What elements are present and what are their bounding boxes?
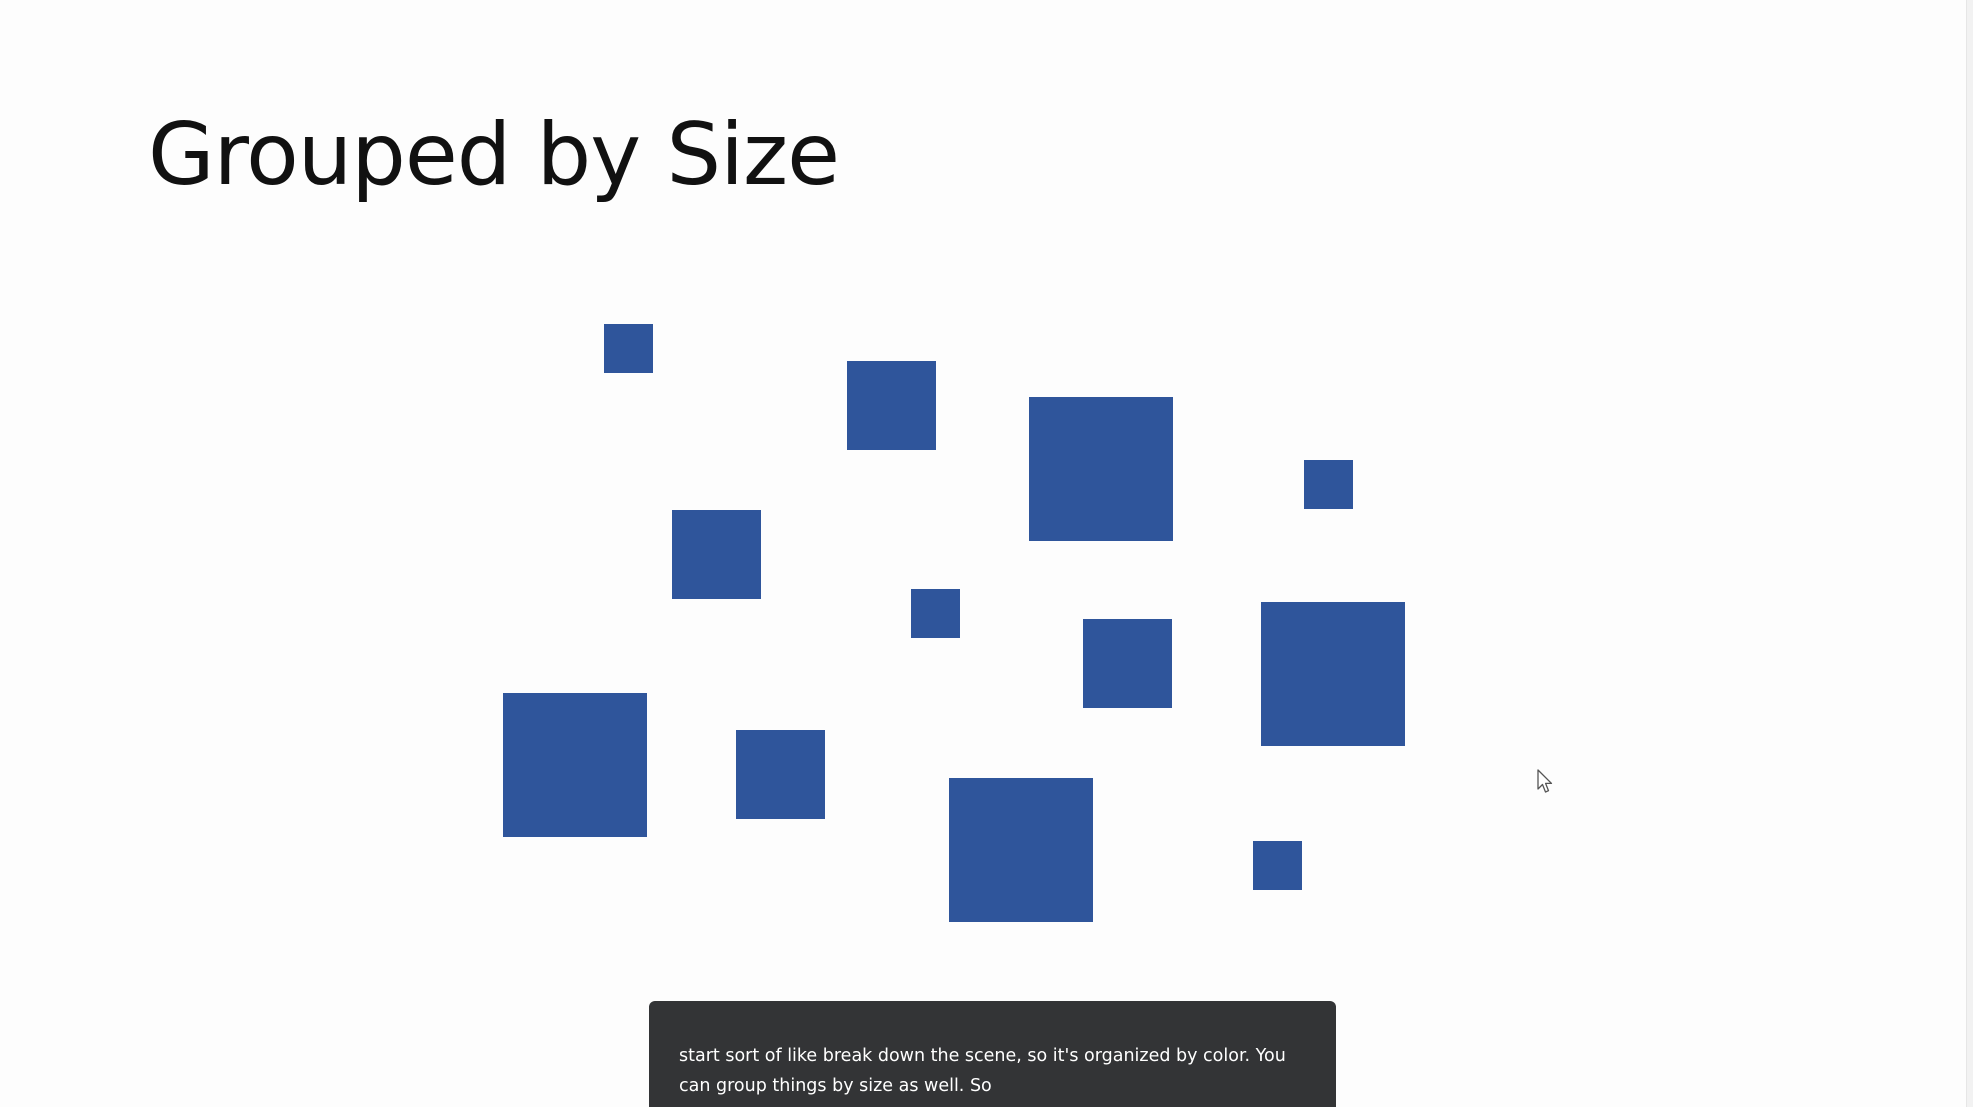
square-large <box>949 778 1093 922</box>
caption-box: start sort of like break down the scene,… <box>649 1001 1336 1107</box>
square-medium <box>847 361 936 450</box>
square-large <box>1261 602 1405 746</box>
caption-line: can group things by size as well. So <box>679 1076 992 1096</box>
square-medium <box>672 510 761 599</box>
square-small <box>1304 460 1353 509</box>
square-small <box>1253 841 1302 890</box>
slide: Grouped by Size <box>0 0 1973 1107</box>
square-medium <box>1083 619 1172 708</box>
square-large <box>503 693 647 837</box>
square-medium <box>736 730 825 819</box>
squares-group <box>0 0 1973 1107</box>
square-small <box>604 324 653 373</box>
square-small <box>911 589 960 638</box>
square-large <box>1029 397 1173 541</box>
caption-line: start sort of like break down the scene,… <box>679 1046 1286 1066</box>
mouse-pointer-icon <box>1537 769 1553 793</box>
